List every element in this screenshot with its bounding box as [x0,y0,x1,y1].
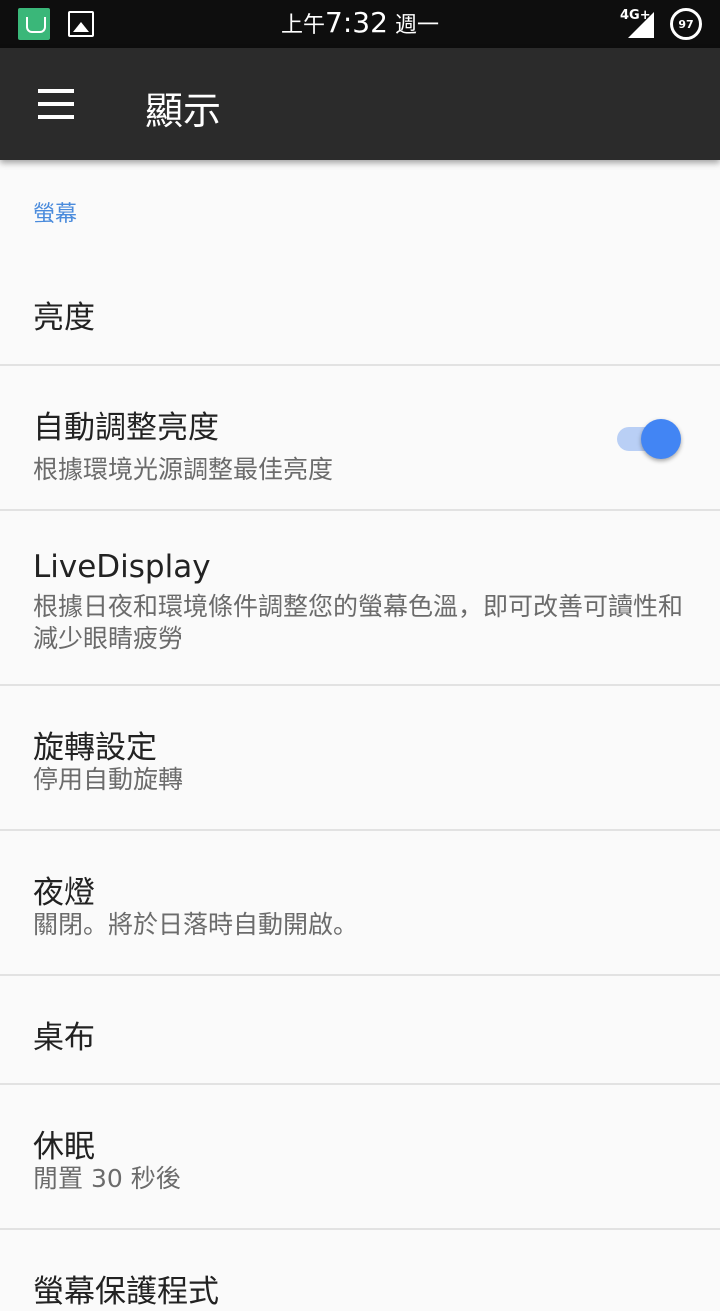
settings-list: 亮度 自動調整亮度 根據環境光源調整最佳亮度 LiveDisplay 根據日夜和… [0,256,720,1310]
setting-screensaver[interactable]: 螢幕保護程式 [0,1230,720,1310]
setting-brightness[interactable]: 亮度 [0,256,720,366]
status-icons: 4G+ 97 [620,8,702,40]
battery-icon: 97 [670,8,702,40]
setting-night-light[interactable]: 夜燈 關閉。將於日落時自動開啟。 [0,831,720,976]
setting-title: 桌布 [33,1020,95,1056]
weekday: 週一 [394,13,439,38]
setting-title: 旋轉設定 [33,730,157,766]
setting-subtitle: 根據日夜和環境條件調整您的螢幕色溫，即可改善可讀性和減少眼睛疲勞 [33,592,684,653]
time: 7:32 [325,6,388,39]
toggle-thumb [641,419,681,459]
setting-title: 螢幕保護程式 [33,1274,219,1310]
menu-icon[interactable] [38,89,74,119]
setting-subtitle: 根據環境光源調整最佳亮度 [33,455,334,484]
time-prefix: 上午 [281,13,326,38]
setting-title: LiveDisplay [33,549,211,585]
setting-subtitle: 關閉。將於日落時自動開啟。 [33,910,359,939]
setting-subtitle: 停用自動旋轉 [33,765,184,794]
setting-auto-brightness[interactable]: 自動調整亮度 根據環境光源調整最佳亮度 [0,366,720,511]
setting-subtitle: 閒置 30 秒後 [33,1164,181,1193]
auto-brightness-toggle[interactable] [617,418,683,460]
signal-icon: 4G+ [620,8,656,40]
page-title: 顯示 [145,89,222,133]
setting-livedisplay[interactable]: LiveDisplay 根據日夜和環境條件調整您的螢幕色溫，即可改善可讀性和減少… [0,511,720,686]
status-bar: 上午7:32 週一 4G+ 97 [0,0,720,48]
setting-rotation[interactable]: 旋轉設定 停用自動旋轉 [0,686,720,831]
battery-level: 97 [678,17,694,31]
setting-title: 夜燈 [33,875,95,911]
setting-title: 自動調整亮度 [33,410,219,446]
setting-sleep[interactable]: 休眠 閒置 30 秒後 [0,1085,720,1230]
section-header-screen: 螢幕 [33,202,78,227]
setting-title: 休眠 [33,1129,95,1165]
setting-title: 亮度 [33,300,95,336]
status-clock: 上午7:32 週一 [0,6,720,39]
setting-wallpaper[interactable]: 桌布 [0,976,720,1085]
app-bar: 顯示 [0,48,720,160]
